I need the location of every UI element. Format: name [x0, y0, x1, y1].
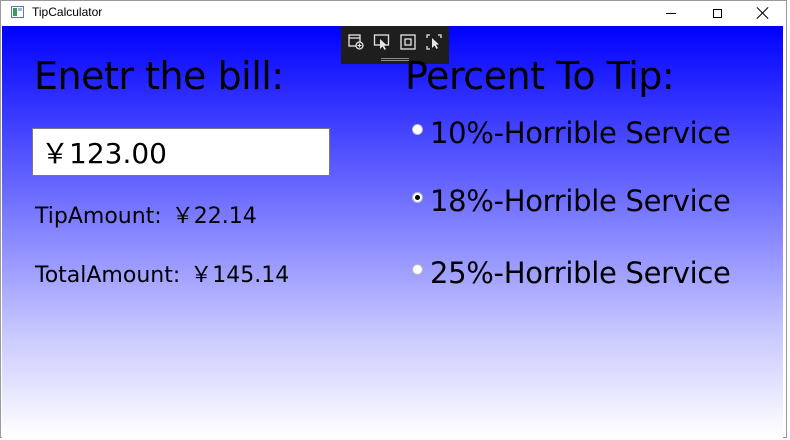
tip-amount-value: ￥22.14: [171, 204, 257, 229]
main-content: Enetr the bill: TipAmount: ￥22.14 TotalAm…: [2, 26, 783, 438]
radio-button-icon[interactable]: [412, 192, 423, 203]
tip-option-label: 18%-Horrible Service: [430, 184, 731, 218]
display-layout-adorners-icon[interactable]: [399, 33, 417, 51]
percent-heading: Percent To Tip:: [405, 54, 675, 98]
bill-heading: Enetr the bill:: [34, 54, 284, 98]
maximize-icon: [712, 8, 722, 18]
total-amount-value: ￥145.14: [190, 263, 290, 288]
total-amount-label: TotalAmount:: [35, 263, 181, 288]
radio-button-icon[interactable]: [412, 124, 423, 135]
window-title: TipCalculator: [32, 5, 103, 19]
app-icon: [11, 6, 24, 18]
total-amount-row: TotalAmount: ￥145.14: [35, 257, 289, 289]
tip-amount-label: TipAmount:: [35, 204, 162, 229]
close-icon: [757, 7, 769, 19]
live-visual-tree-icon[interactable]: [347, 33, 365, 51]
bill-input[interactable]: [32, 128, 330, 176]
select-element-icon[interactable]: [373, 33, 391, 51]
minimize-icon: [666, 12, 676, 14]
maximize-button[interactable]: [694, 1, 740, 25]
title-bar[interactable]: TipCalculator: [1, 1, 786, 25]
app-window: TipCalculator Enetr the bill: ￥123.00 Ti…: [0, 0, 787, 438]
tip-option-label: 25%-Horrible Service: [430, 256, 731, 290]
tip-option-label: 10%-Horrible Service: [430, 116, 731, 150]
tip-amount-row: TipAmount: ￥22.14: [35, 198, 257, 230]
track-focused-element-icon[interactable]: [425, 33, 443, 51]
minimize-button[interactable]: [648, 1, 694, 25]
radio-button-icon[interactable]: [412, 264, 423, 275]
close-button[interactable]: [740, 1, 786, 25]
